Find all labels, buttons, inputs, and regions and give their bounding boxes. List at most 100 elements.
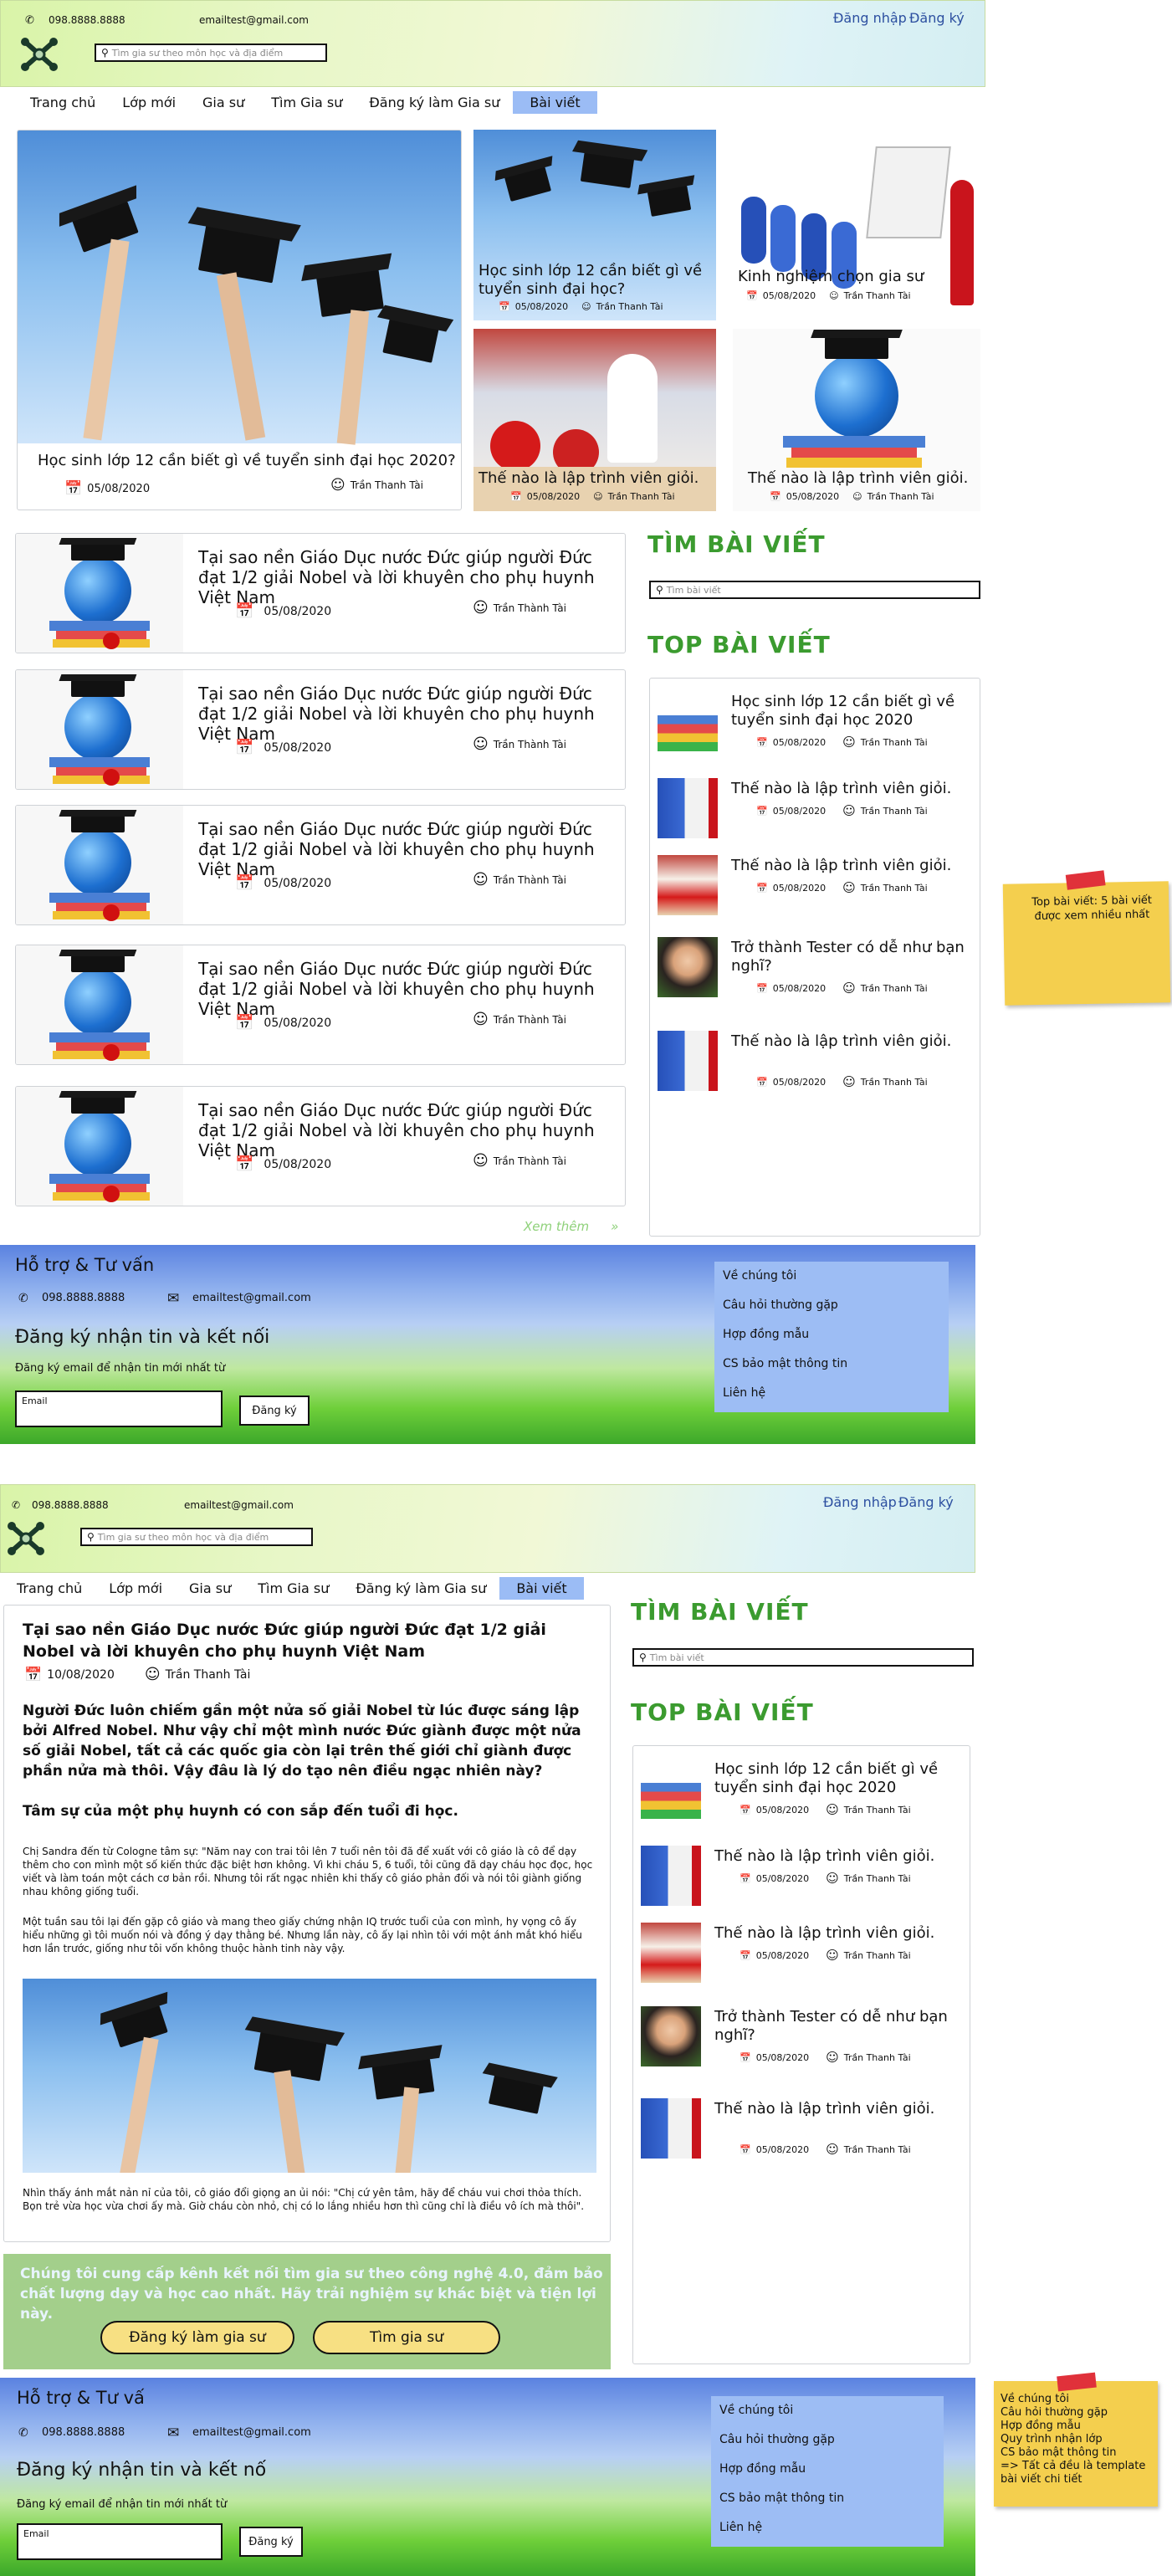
footer-submit-button[interactable]: Đăng ký: [239, 2527, 303, 2557]
top-article-item[interactable]: Học sinh lớp 12 cần biết gì về tuyển sin…: [641, 1759, 959, 1826]
sticky-note-list: Về chúng tôi Câu hỏi thường gặp Hợp đồng…: [1001, 2393, 1145, 2486]
featured-main-title[interactable]: Học sinh lớp 12 cần biết gì về tuyển sin…: [38, 452, 456, 469]
header-search-input[interactable]: ⚲ Tìm gia sư theo môn học và địa điểm: [80, 1528, 313, 1546]
featured-main-date: 05/08/2020: [87, 482, 151, 495]
footer-link-about[interactable]: Về chúng tôi: [711, 2396, 944, 2425]
top-article-item[interactable]: Trở thành Tester có dễ như bạn nghĩ? 📅 05/…: [641, 2006, 959, 2073]
nav-home[interactable]: Trang chủ: [18, 91, 109, 114]
top-article-item[interactable]: Thế nào là lập trình viên giỏi. 📅 05/08/20…: [658, 778, 975, 845]
featured-4-title[interactable]: Thế nào là lập trình viên giỏi.: [748, 469, 968, 488]
user-icon: ☺: [826, 2050, 839, 2065]
top-article-item[interactable]: Thế nào là lập trình viên giỏi. 📅 05/08/20…: [658, 1031, 975, 1098]
footer-link-faq[interactable]: Câu hỏi thường gặp: [711, 2425, 944, 2455]
top-article-title[interactable]: Thế nào là lập trình viên giỏi.: [714, 2100, 949, 2118]
top-article-item[interactable]: Học sinh lớp 12 cần biết gì về tuyển sin…: [658, 691, 975, 758]
featured-1-title[interactable]: Học sinh lớp 12 cần biết gì về tuyển sin…: [479, 262, 713, 299]
top-article-title[interactable]: Trở thành Tester có dễ như bạn nghĩ?: [731, 939, 965, 976]
top-article-thumbnail: [658, 778, 718, 838]
user-icon: ☺: [473, 735, 489, 753]
featured-card-3[interactable]: Thế nào là lập trình viên giỏi. 📅 05/08/…: [473, 329, 716, 511]
footer-link-privacy[interactable]: CS bảo mật thông tin: [714, 1349, 949, 1379]
logo[interactable]: [5, 1519, 47, 1558]
globe-thumbnail: [16, 1087, 183, 1206]
featured-card-2[interactable]: Kinh nghiệm chọn gia sư 📅 05/08/2020 ☺ T…: [733, 130, 980, 320]
find-tutor-button[interactable]: Tìm gia sư: [313, 2321, 500, 2354]
article-list-item[interactable]: Tại sao nền Giáo Dục nước Đức giúp người…: [15, 1086, 626, 1206]
top-article-author: Trần Thanh Tài: [843, 2143, 911, 2155]
footer-links: Về chúng tôi Câu hỏi thường gặp Hợp đồng…: [711, 2396, 944, 2547]
calendar-icon: 📅: [756, 882, 768, 894]
top-article-title[interactable]: Thế nào là lập trình viên giỏi.: [714, 1847, 949, 1866]
featured-main-card[interactable]: Học sinh lớp 12 cần biết gì về tuyển sin…: [17, 130, 462, 510]
top-article-title[interactable]: Học sinh lớp 12 cần biết gì về tuyển sin…: [731, 693, 965, 730]
featured-2-title[interactable]: Kinh nghiệm chọn gia sư: [738, 268, 924, 286]
footer-link-contract[interactable]: Hợp đồng mẫu: [711, 2455, 944, 2484]
footer-email-field[interactable]: Email: [15, 1390, 223, 1427]
top-article-date: 05/08/2020: [772, 882, 827, 894]
register-tutor-button[interactable]: Đăng ký làm gia sư: [100, 2321, 294, 2354]
footer-link-contract[interactable]: Hợp đồng mẫu: [714, 1320, 949, 1349]
top-article-date: 05/08/2020: [772, 736, 827, 748]
see-more-link[interactable]: Xem thêm »: [524, 1219, 618, 1234]
login-link[interactable]: Đăng nhập: [833, 10, 907, 26]
featured-3-author: Trần Thanh Tài: [607, 491, 675, 502]
featured-card-4[interactable]: Thế nào là lập trình viên giỏi. 📅 05/08/…: [733, 329, 980, 511]
article-search-input[interactable]: ⚲ Tìm bài viết: [632, 1648, 974, 1667]
nav-home[interactable]: Trang chủ: [3, 1577, 95, 1600]
register-link[interactable]: Đăng ký: [909, 10, 965, 26]
login-link[interactable]: Đăng nhập: [823, 1494, 897, 1510]
top-article-item[interactable]: Thế nào là lập trình viên giỏi. 📅 05/08/20…: [641, 2098, 959, 2165]
footer-link-privacy[interactable]: CS bảo mật thông tin: [711, 2484, 944, 2513]
top-article-title[interactable]: Thế nào là lập trình viên giỏi.: [731, 1032, 965, 1051]
top-article-date: 05/08/2020: [755, 1949, 810, 1961]
top-article-author: Trần Thanh Tài: [843, 1804, 911, 1815]
footer-submit-button[interactable]: Đăng ký: [239, 1396, 310, 1426]
top-article-title[interactable]: Thế nào là lập trình viên giỏi.: [714, 1924, 949, 1943]
top-article-title[interactable]: Thế nào là lập trình viên giỏi.: [731, 857, 965, 875]
logo[interactable]: [18, 35, 60, 74]
footer-link-contact[interactable]: Liên hệ: [711, 2513, 944, 2543]
footer-link-about[interactable]: Về chúng tôi: [714, 1262, 949, 1291]
featured-3-title[interactable]: Thế nào là lập trình viên giỏi.: [479, 469, 699, 488]
article-subhead: Tâm sự của một phụ huynh có con sắp đến …: [23, 1803, 458, 1820]
nav-find-tutor[interactable]: Tìm Gia sư: [244, 1577, 342, 1600]
footer-subscribe-sub: Đăng ký email để nhận tin mới nhất từ: [17, 2498, 228, 2511]
article-list-date: 05/08/2020: [264, 740, 332, 755]
featured-card-1[interactable]: Học sinh lớp 12 cần biết gì về tuyển sin…: [473, 130, 716, 320]
nav-tutors[interactable]: Gia sư: [176, 1577, 244, 1600]
footer-link-faq[interactable]: Câu hỏi thường gặp: [714, 1291, 949, 1320]
top-article-item[interactable]: Trở thành Tester có dễ như bạn nghĩ? 📅 05/…: [658, 937, 975, 1004]
article-search-input[interactable]: ⚲ Tìm bài viết: [649, 581, 980, 599]
top-article-title[interactable]: Học sinh lớp 12 cần biết gì về tuyển sin…: [714, 1760, 949, 1797]
user-icon: ☺: [473, 599, 489, 617]
footer-email-field[interactable]: Email: [17, 2523, 223, 2560]
top-article-item[interactable]: Thế nào là lập trình viên giỏi. 📅 05/08/20…: [641, 1923, 959, 1990]
footer-link-contact[interactable]: Liên hệ: [714, 1379, 949, 1408]
nav-register-tutor[interactable]: Đăng ký làm Gia sư: [342, 1577, 499, 1600]
nav-articles[interactable]: Bài viết: [513, 90, 597, 114]
calendar-icon: 📅: [740, 1804, 751, 1815]
calendar-icon: 📅: [235, 602, 254, 620]
article-list-item[interactable]: Tại sao nền Giáo Dục nước Đức giúp người…: [15, 669, 626, 790]
calendar-icon: 📅: [24, 1666, 43, 1683]
nav-find-tutor[interactable]: Tìm Gia sư: [258, 91, 356, 114]
article-list-item[interactable]: Tại sao nền Giáo Dục nước Đức giúp người…: [15, 805, 626, 925]
top-article-title[interactable]: Trở thành Tester có dễ như bạn nghĩ?: [714, 2008, 949, 2045]
nav-tutors[interactable]: Gia sư: [189, 91, 258, 114]
top-article-author: Trần Thanh Tài: [843, 1949, 911, 1961]
article-list-item[interactable]: Tại sao nền Giáo Dục nước Đức giúp người…: [15, 533, 626, 653]
user-icon: ☺: [852, 491, 862, 502]
article-list-item[interactable]: Tại sao nền Giáo Dục nước Đức giúp người…: [15, 945, 626, 1065]
featured-main-meta: 📅 05/08/2020: [64, 480, 150, 497]
nav-articles[interactable]: Bài viết: [499, 1576, 584, 1600]
top-article-item[interactable]: Thế nào là lập trình viên giỏi. 📅 05/08/20…: [641, 1846, 959, 1913]
top-article-title[interactable]: Thế nào là lập trình viên giỏi.: [731, 780, 965, 798]
top-article-item[interactable]: Thế nào là lập trình viên giỏi. 📅 05/08/20…: [658, 855, 975, 922]
register-link[interactable]: Đăng ký: [898, 1494, 954, 1510]
calendar-icon: 📅: [756, 1076, 768, 1088]
nav-register-tutor[interactable]: Đăng ký làm Gia sư: [356, 91, 513, 114]
sticky-item: CS bảo mật thông tin: [1001, 2446, 1117, 2459]
nav-new-classes[interactable]: Lớp mới: [95, 1577, 176, 1600]
header-search-input[interactable]: ⚲ Tìm gia sư theo môn học và địa điểm: [95, 44, 327, 62]
nav-new-classes[interactable]: Lớp mới: [109, 91, 189, 114]
